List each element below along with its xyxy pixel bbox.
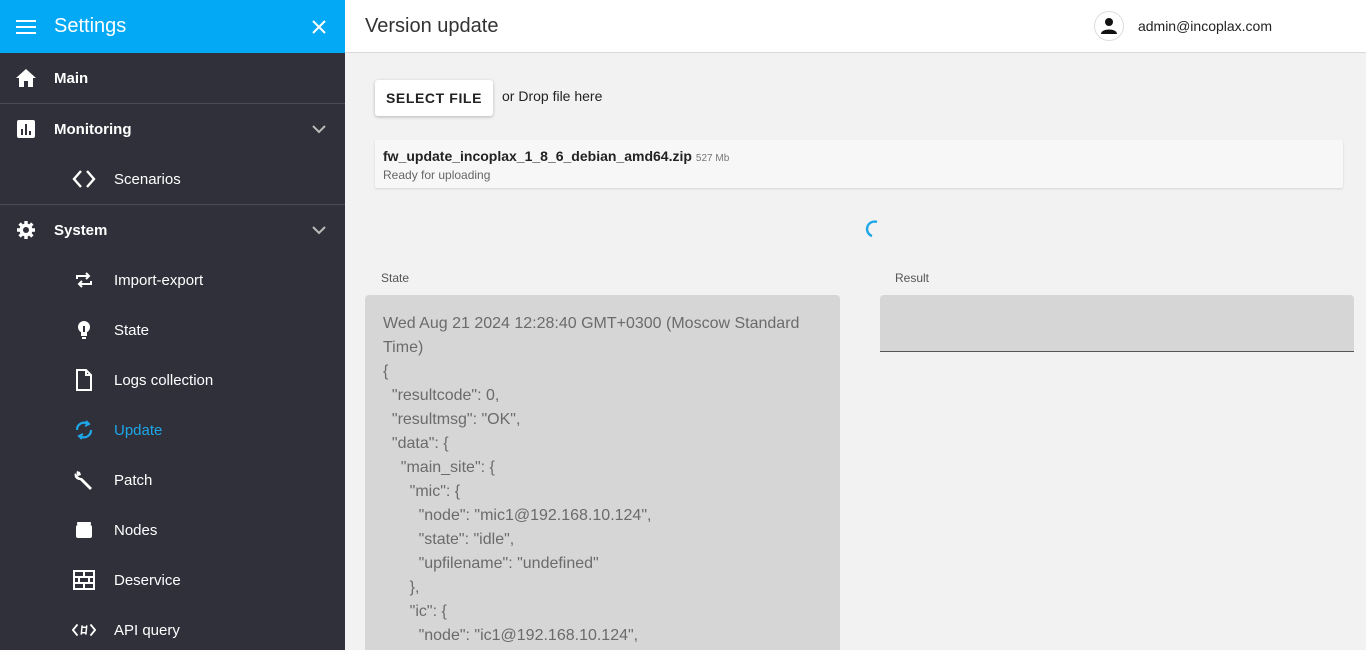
file-status: Ready for uploading: [383, 168, 491, 182]
sidebar-item-api-query[interactable]: API query: [0, 605, 345, 650]
sidebar-item-import-export[interactable]: Import-export: [0, 255, 345, 305]
loading-spinner-icon: [861, 218, 881, 238]
sidebar-item-label: Scenarios: [114, 170, 181, 188]
sidebar-item-label: Logs collection: [114, 371, 214, 389]
sidebar-item-monitoring[interactable]: Monitoring: [0, 104, 345, 154]
sidebar-header: Settings: [0, 0, 345, 53]
chevron-down-icon[interactable]: [307, 117, 331, 141]
sidebar-item-label: Update: [114, 421, 163, 439]
file-size: 527 Mb: [695, 153, 730, 164]
state-textarea[interactable]: Wed Aug 21 2024 12:28:40 GMT+0300 (Mosco…: [365, 295, 840, 650]
user-email[interactable]: admin@incoplax.com: [1138, 18, 1272, 34]
sidebar-item-patch[interactable]: Patch: [0, 455, 345, 505]
code-icon: [72, 167, 96, 191]
sidebar-item-label: Deservice: [114, 571, 181, 589]
sidebar-item-label: API query: [114, 621, 180, 639]
home-icon: [14, 66, 38, 90]
gear-icon: [14, 218, 38, 242]
sidebar-item-deservice[interactable]: Deservice: [0, 555, 345, 605]
sidebar: Settings Main Monitoring Scenarios Syste…: [0, 0, 345, 650]
state-text: Wed Aug 21 2024 12:28:40 GMT+0300 (Mosco…: [383, 315, 800, 644]
file-icon: [72, 368, 96, 392]
sidebar-item-logs-collection[interactable]: Logs collection: [0, 355, 345, 405]
result-textarea[interactable]: [880, 295, 1354, 352]
avatar-icon[interactable]: [1093, 11, 1124, 41]
sidebar-item-label: Main: [54, 69, 89, 87]
code-hash-icon: [72, 618, 96, 642]
sidebar-item-label: Monitoring: [54, 120, 132, 138]
result-label: Result: [895, 271, 930, 285]
sidebar-item-label: Patch: [114, 471, 153, 489]
sidebar-item-state[interactable]: State: [0, 305, 345, 355]
sidebar-item-label: Import-export: [114, 271, 204, 289]
wrench-icon: [72, 468, 96, 492]
box-icon: [72, 518, 96, 542]
lightbulb-icon: [72, 318, 96, 342]
close-icon[interactable]: [307, 15, 331, 39]
sidebar-item-nodes[interactable]: Nodes: [0, 505, 345, 555]
file-name: fw_update_incoplax_1_8_6_debian_amd64.zi…: [383, 148, 692, 164]
select-file-button[interactable]: SELECT FILE: [375, 80, 493, 116]
sidebar-item-label: State: [114, 321, 150, 339]
page-title: Version update: [365, 14, 499, 37]
brick-wall-icon: [72, 568, 96, 592]
menu-icon[interactable]: [14, 15, 38, 39]
sidebar-item-system[interactable]: System: [0, 205, 345, 255]
chevron-down-icon[interactable]: [307, 218, 331, 242]
top-bar: Version update admin@incoplax.com: [345, 0, 1366, 53]
state-label: State: [381, 271, 410, 285]
sidebar-item-label: System: [54, 221, 108, 239]
bar-chart-icon: [14, 117, 38, 141]
repeat-icon: [72, 268, 96, 292]
file-card: fw_update_incoplax_1_8_6_debian_amd64.zi…: [375, 140, 1343, 188]
sidebar-item-main[interactable]: Main: [0, 53, 345, 103]
sidebar-item-scenarios[interactable]: Scenarios: [0, 154, 345, 204]
sidebar-item-update[interactable]: Update: [0, 405, 345, 455]
sidebar-title: Settings: [54, 15, 127, 37]
sidebar-item-label: Nodes: [114, 521, 158, 539]
drop-zone-text[interactable]: or Drop file here: [502, 88, 602, 104]
sync-icon: [72, 418, 96, 442]
